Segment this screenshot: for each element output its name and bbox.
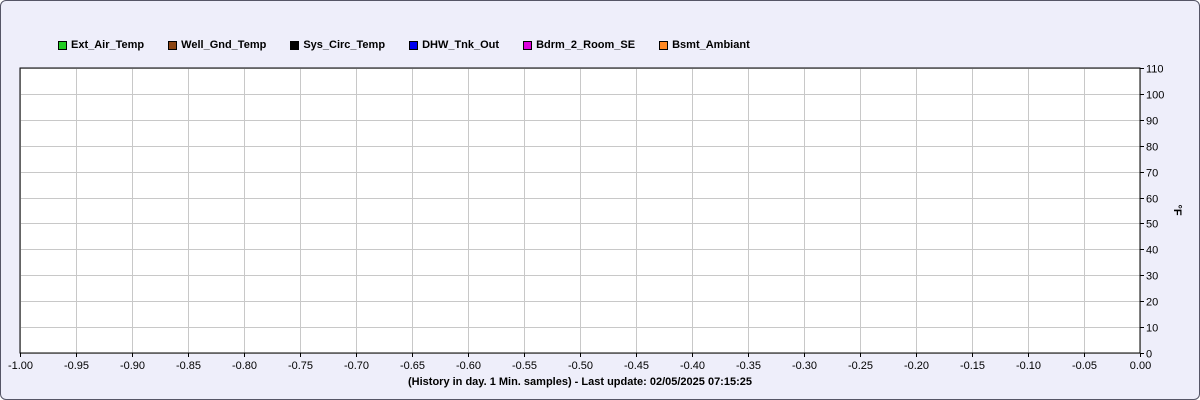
y-tick-label: 40 [1146,245,1158,257]
y-tick-label: 20 [1146,297,1158,309]
y-tick-label: 90 [1146,116,1158,128]
x-tick-label: -0.40 [680,360,705,372]
x-tick-label: -0.25 [848,360,873,372]
x-tick-label: -0.20 [904,360,929,372]
y-tick-label: 80 [1146,142,1158,154]
y-tick-label: 60 [1146,194,1158,206]
x-tick-label: -0.50 [568,360,593,372]
x-tick-label: -0.75 [288,360,313,372]
y-tick-label: 10 [1146,323,1158,335]
y-tick-label: 0 [1146,349,1152,361]
x-tick-label: -0.10 [1016,360,1041,372]
y-tick-label: 110 [1146,64,1164,76]
x-tick-label: -0.65 [400,360,425,372]
x-tick-label: -0.05 [1072,360,1097,372]
x-tick-label: -0.80 [232,360,257,372]
x-tick-label: -0.95 [64,360,89,372]
x-tick-label: -0.15 [960,360,985,372]
x-tick-label: -0.45 [624,360,649,372]
y-tick-label: 100 [1146,90,1164,102]
chart-plot: -1.00 -0.95 -0.90 -0.85 -0.80 -0.75 -0.70 -0.65… [8,64,1183,373]
x-tick-label: -0.35 [736,360,761,372]
y-axis: 0 10 20 30 40 50 60 70 80 90 100 110 [1140,64,1164,361]
y-tick-label: 30 [1146,271,1158,283]
x-tick-label: -0.90 [120,360,145,372]
x-tick-label: -0.55 [512,360,537,372]
y-tick-label: 70 [1146,168,1158,180]
x-tick-label: -0.30 [792,360,817,372]
x-tick-label: -0.70 [344,360,369,372]
x-axis: -1.00 -0.95 -0.90 -0.85 -0.80 -0.75 -0.70 -0.65… [8,353,1151,372]
x-tick-label: -0.60 [456,360,481,372]
x-tick-label: 0.00 [1130,360,1151,372]
grid-lines [20,68,1141,354]
x-axis-label: (History in day. 1 Min. samples) - Last … [408,376,752,388]
y-axis-label: °F [1171,204,1183,215]
x-tick-label: -1.00 [8,360,33,372]
y-tick-label: 50 [1146,219,1158,231]
x-tick-label: -0.85 [176,360,201,372]
